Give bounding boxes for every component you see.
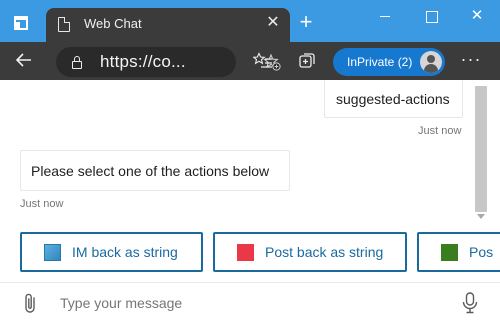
favorites-list-icon — [252, 52, 272, 68]
browser-titlebar: Web Chat ✕ + ✕ — [0, 0, 500, 42]
message-input[interactable]: Type your message — [60, 295, 182, 311]
green-square-icon — [441, 244, 458, 261]
microphone-button[interactable] — [460, 291, 480, 315]
browser-tab[interactable]: Web Chat ✕ — [46, 8, 290, 42]
attach-button[interactable] — [20, 291, 42, 315]
webchat-transcript: suggested-actions Just now Please select… — [0, 80, 500, 322]
collections-icon — [299, 53, 315, 68]
transcript-scrollbar[interactable] — [473, 80, 490, 220]
url-text[interactable]: https://co... — [100, 52, 186, 72]
user-message-text: suggested-actions — [336, 91, 450, 107]
avatar — [420, 51, 442, 73]
new-tab-button[interactable]: + — [294, 11, 318, 35]
suggested-action-post-back[interactable]: Post back as string — [213, 232, 407, 272]
page-icon — [58, 17, 70, 32]
user-message-timestamp: Just now — [418, 125, 462, 137]
close-tab-icon[interactable]: ✕ — [264, 14, 282, 32]
minimize-button[interactable] — [370, 4, 400, 28]
scrollbar-thumb[interactable] — [475, 86, 487, 212]
blue-square-icon — [44, 244, 61, 261]
inprivate-button[interactable]: InPrivate (2) — [333, 48, 445, 76]
bot-message-text: Please select one of the actions below — [31, 163, 270, 179]
window-close-button[interactable]: ✕ — [462, 4, 492, 28]
inprivate-label: InPrivate (2) — [347, 55, 413, 69]
send-box: Type your message — [0, 282, 500, 322]
microphone-icon — [462, 292, 478, 314]
browser-toolbar: https://co... InPrivate (2) ··· — [0, 42, 500, 80]
address-bar[interactable]: https://co... — [56, 47, 281, 77]
tab-title: Web Chat — [84, 16, 142, 31]
suggested-action-label: Pos — [469, 244, 494, 260]
tab-actions-icon — [14, 16, 28, 30]
back-arrow-icon — [15, 53, 31, 67]
tab-actions-button[interactable] — [6, 9, 36, 37]
suggested-action-label: Post back as string — [265, 244, 384, 260]
paperclip-icon — [25, 293, 35, 313]
maximize-button[interactable] — [416, 4, 446, 28]
back-button[interactable] — [14, 50, 36, 72]
bot-message-timestamp: Just now — [20, 198, 64, 210]
more-options-button[interactable]: ··· — [458, 50, 484, 73]
bot-message-bubble: Please select one of the actions below — [20, 150, 290, 191]
suggested-actions: IM back as string Post back as string Po… — [0, 230, 500, 272]
suggested-action-im-back[interactable]: IM back as string — [20, 232, 203, 272]
suggested-action-label: IM back as string — [72, 244, 178, 260]
red-square-icon — [237, 244, 254, 261]
user-message-bubble: suggested-actions — [324, 80, 463, 118]
suggested-action-post[interactable]: Pos — [417, 232, 500, 272]
favorites-button[interactable] — [252, 51, 274, 73]
lock-icon[interactable] — [72, 56, 82, 69]
scroll-down-arrow-icon[interactable] — [477, 214, 485, 219]
collections-button[interactable] — [296, 51, 318, 73]
